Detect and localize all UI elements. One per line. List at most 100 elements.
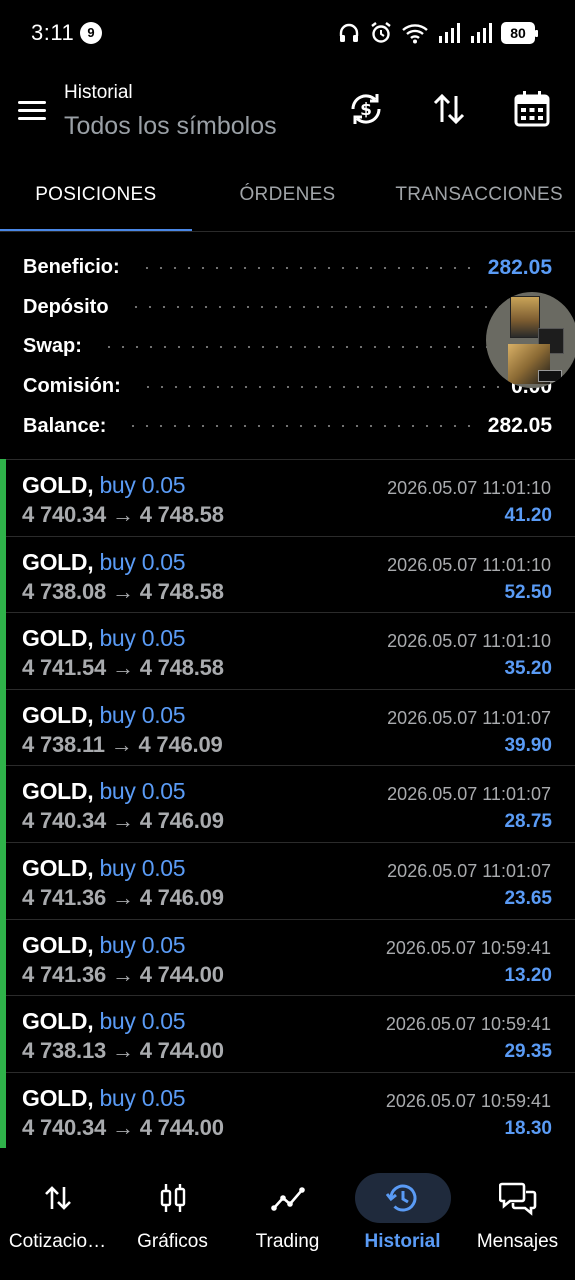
menu-icon[interactable] — [16, 95, 48, 125]
symbol-name: GOLD, — [22, 548, 94, 575]
symbol-name: GOLD, — [22, 472, 94, 498]
symbol-name: GOLD, — [22, 625, 94, 652]
open-price: 4 740.34 — [22, 1114, 107, 1140]
symbol-name: GOLD, — [22, 854, 94, 881]
trade-side-volume: buy 0.05 — [99, 625, 186, 652]
trade-time: 2026.05.07 11:01:07 — [387, 707, 551, 728]
trade-profit: 39.90 — [504, 734, 552, 756]
nav-trading[interactable]: Trading — [230, 1163, 345, 1280]
arrow-icon: → — [111, 502, 134, 527]
dotted-leader — [140, 385, 502, 388]
trade-time: 2026.05.07 11:01:10 — [387, 554, 551, 575]
nav-cotizaciones[interactable]: Cotizacio… — [0, 1163, 115, 1280]
trade-row[interactable]: GOLD, buy 0.05 4 740.34 → 4 746.09 2026.05… — [0, 765, 575, 842]
dotted-leader — [128, 306, 542, 309]
summary-value: 282.05 — [487, 255, 552, 279]
status-time: 3:11 — [31, 20, 75, 45]
status-bar: 3:11 9 80 — [0, 0, 575, 66]
svg-text:$: $ — [360, 100, 372, 120]
trade-prices: 4 738.11 → 4 746.09 — [22, 732, 223, 758]
trade-row[interactable]: GOLD, buy 0.05 4 738.13 → 4 744.00 2026.05… — [0, 995, 575, 1072]
arrow-icon: → — [111, 655, 134, 681]
arrow-icon: → — [111, 578, 134, 604]
arrow-icon: → — [111, 1114, 134, 1140]
summary-row-comision: Comisión: 0.00 — [0, 367, 575, 407]
symbol-name: GOLD, — [22, 701, 94, 728]
headphones-icon — [339, 23, 359, 42]
close-price: 4 744.00 — [139, 1038, 224, 1064]
close-price: 4 746.09 — [138, 731, 223, 757]
notification-count-badge: 9 — [80, 22, 102, 44]
trade-time: 2026.05.07 11:01:10 — [387, 478, 551, 498]
close-price: 4 748.58 — [139, 578, 224, 604]
trade-time: 2026.05.07 11:01:10 — [387, 631, 551, 652]
sort-icon[interactable] — [428, 88, 470, 130]
trade-row[interactable]: GOLD, buy 0.05 4 741.36 → 4 746.09 2026.05… — [0, 841, 575, 919]
tab-transacciones[interactable]: TRANSACCIONES — [383, 162, 575, 232]
trade-row[interactable]: GOLD, buy 0.05 4 741.54 → 4 748.58 2026.05… — [0, 612, 575, 689]
symbol-name: GOLD, — [22, 1084, 94, 1111]
trade-profit: 35.20 — [504, 658, 552, 680]
trade-profit: 13.20 — [504, 964, 552, 986]
signal-icon — [471, 23, 492, 43]
history-tabs: POSICIONES ÓRDENES TRANSACCIONES — [0, 162, 575, 232]
trade-side-volume: buy 0.05 — [99, 701, 186, 728]
trade-prices: 4 738.08 → 4 748.58 — [22, 579, 224, 605]
open-price: 4 738.11 — [22, 731, 105, 757]
summary-label: Balance: — [23, 414, 107, 437]
bubble-thumbnail — [510, 296, 540, 338]
tabs-divider — [0, 231, 575, 232]
trade-symbol: GOLD, buy 0.05 — [22, 778, 186, 805]
trade-row[interactable]: GOLD, buy 0.05 4 741.36 → 4 744.00 2026.05… — [0, 918, 575, 996]
tab-posiciones[interactable]: POSICIONES — [0, 162, 192, 232]
trade-profit: 28.75 — [504, 811, 552, 833]
summary-label: Swap: — [23, 335, 82, 358]
close-price: 4 744.00 — [139, 1114, 224, 1140]
nav-mensajes[interactable]: Mensajes — [460, 1163, 575, 1280]
calendar-icon[interactable] — [511, 88, 553, 130]
summary-label: Comisión: — [23, 375, 121, 398]
trade-side-volume: buy 0.05 — [99, 1008, 186, 1035]
trade-symbol: GOLD, buy 0.05 — [22, 548, 186, 576]
symbol-name: GOLD, — [22, 931, 94, 958]
trade-symbol: GOLD, buy 0.05 — [22, 701, 186, 729]
floating-video-bubble[interactable] — [486, 292, 575, 388]
alarm-icon — [371, 22, 391, 43]
trade-row[interactable]: GOLD, buy 0.05 4 740.34 → 4 748.58 2026.05… — [0, 459, 575, 536]
summary-row-beneficio: Beneficio: 282.05 — [0, 248, 575, 288]
trade-profit: 41.20 — [504, 505, 552, 526]
nav-historial[interactable]: Historial — [345, 1163, 460, 1280]
trade-row[interactable]: GOLD, buy 0.05 4 738.08 → 4 748.58 2026.05… — [0, 535, 575, 613]
close-price: 4 744.00 — [139, 961, 224, 987]
history-icon — [354, 1173, 451, 1223]
trade-side-volume: buy 0.05 — [99, 1084, 186, 1111]
trade-symbol: GOLD, buy 0.05 — [22, 1084, 186, 1112]
symbol-name: GOLD, — [22, 1008, 94, 1035]
trade-prices: 4 740.34 → 4 744.00 — [22, 1115, 224, 1141]
close-price: 4 746.09 — [139, 884, 224, 910]
trade-side-volume: buy 0.05 — [99, 854, 186, 881]
trade-symbol: GOLD, buy 0.05 — [22, 931, 186, 959]
bubble-thumbnail — [538, 370, 562, 382]
trade-side-volume: buy 0.05 — [99, 548, 186, 575]
nav-label: Trading — [255, 1231, 320, 1252]
trade-row[interactable]: GOLD, buy 0.05 4 740.34 → 4 744.00 2026.05… — [0, 1071, 575, 1149]
close-price: 4 746.09 — [139, 808, 224, 834]
trade-row[interactable]: GOLD, buy 0.05 4 738.11 → 4 746.09 2026.05… — [0, 688, 575, 766]
arrow-icon: → — [111, 808, 134, 834]
arrow-icon: → — [111, 961, 134, 987]
symbol-name: GOLD, — [22, 778, 94, 805]
arrow-icon: → — [111, 1038, 134, 1064]
open-price: 4 738.13 — [22, 1038, 107, 1064]
nav-label: Gráficos — [137, 1231, 208, 1252]
close-price: 4 748.58 — [139, 655, 224, 681]
candlestick-chart-icon — [125, 1173, 221, 1223]
nav-label: Cotizacio… — [8, 1231, 107, 1252]
tab-ordenes[interactable]: ÓRDENES — [192, 162, 384, 232]
trade-time: 2026.05.07 10:59:41 — [385, 937, 551, 958]
nav-graficos[interactable]: Gráficos — [115, 1163, 230, 1280]
close-price: 4 748.58 — [139, 502, 224, 527]
symbol-filter[interactable]: Todos los símbolos — [64, 112, 277, 141]
currency-sync-icon[interactable]: $ — [345, 88, 387, 130]
messages-icon — [470, 1173, 566, 1223]
